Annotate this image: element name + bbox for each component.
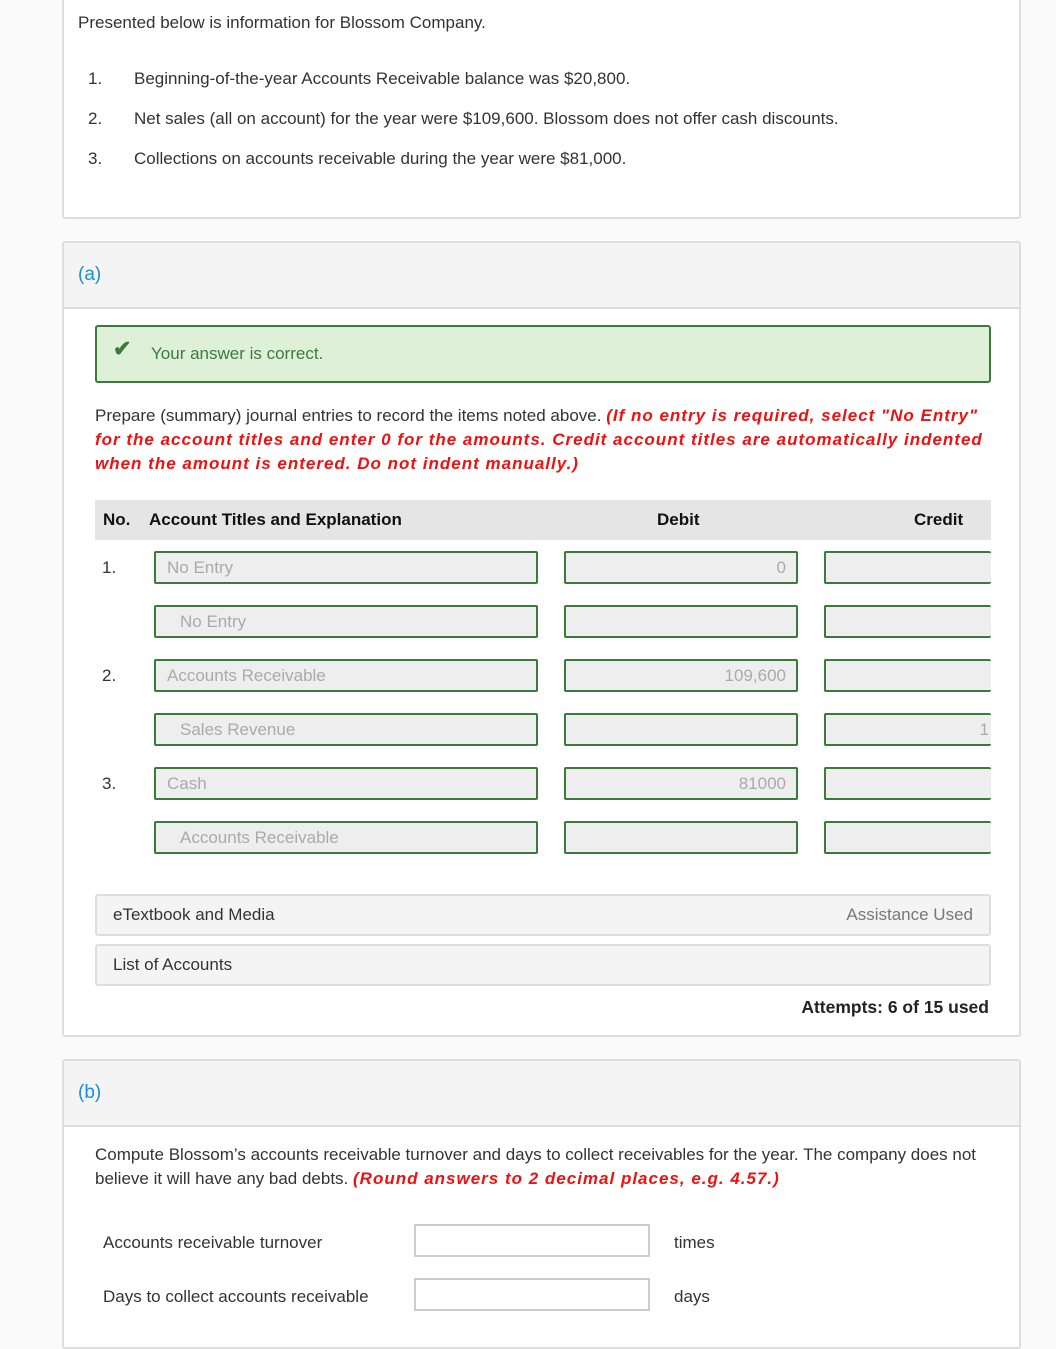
part-a-label: (a) <box>64 243 1019 309</box>
days-input[interactable] <box>414 1278 650 1311</box>
list-item: 3. Collections on accounts receivable dur… <box>88 149 627 168</box>
instructions: Prepare (summary) journal entries to rec… <box>95 406 983 473</box>
account-title-field[interactable]: Cash <box>154 767 538 800</box>
credit-field[interactable] <box>824 821 991 854</box>
account-title-field[interactable]: No Entry <box>154 551 538 584</box>
intro-text: Presented below is information for Bloss… <box>78 13 486 32</box>
etextbook-link[interactable]: eTextbook and Media <box>113 905 275 924</box>
correct-banner: ✔ Your answer is correct. <box>95 325 991 383</box>
credit-field[interactable] <box>824 551 991 584</box>
list-of-accounts-bar[interactable]: List of Accounts <box>95 944 991 986</box>
debit-field[interactable] <box>564 821 798 854</box>
debit-field[interactable]: 0 <box>564 551 798 584</box>
journal-table-header: No. Account Titles and Explanation Debit… <box>95 500 991 540</box>
header-credit: Credit <box>914 510 964 529</box>
header-no: No. <box>103 510 131 529</box>
debit-field[interactable]: 81000 <box>564 767 798 800</box>
list-of-accounts-link[interactable]: List of Accounts <box>113 955 232 974</box>
debit-field[interactable]: 109,600 <box>564 659 798 692</box>
credit-field[interactable]: 1 <box>824 713 991 746</box>
header-debit: Debit <box>657 510 700 529</box>
account-title-field[interactable]: Accounts Receivable <box>154 659 538 692</box>
problem-info-panel: Presented below is information for Bloss… <box>62 0 1021 219</box>
turnover-unit: times <box>674 1233 715 1252</box>
days-unit: days <box>674 1287 710 1306</box>
turnover-label: Accounts receivable turnover <box>103 1233 323 1252</box>
etextbook-bar[interactable]: eTextbook and Media Assistance Used <box>95 894 991 936</box>
turnover-input[interactable] <box>414 1224 650 1257</box>
entry-number: 1. <box>102 558 117 577</box>
list-item: 1. Beginning-of-the-year Accounts Receiva… <box>88 69 631 88</box>
attempts-text: Attempts: 6 of 15 used <box>801 997 989 1017</box>
part-b-instructions: Compute Blossom’s accounts receivable tu… <box>95 1145 977 1188</box>
account-title-field[interactable]: Sales Revenue <box>154 713 538 746</box>
list-item: 2. Net sales (all on account) for the yea… <box>88 109 839 128</box>
feedback-text: Your answer is correct. <box>151 344 324 363</box>
account-title-field[interactable]: No Entry <box>154 605 538 638</box>
account-title-field[interactable]: Accounts Receivable <box>154 821 538 854</box>
credit-field[interactable] <box>824 659 991 692</box>
header-account: Account Titles and Explanation <box>149 510 402 529</box>
check-icon: ✔ <box>113 336 132 361</box>
entry-number: 3. <box>102 774 117 793</box>
assistance-used-label: Assistance Used <box>846 905 973 924</box>
part-a-panel: (a) ✔ Your answer is correct. Prepare (s… <box>62 241 1021 1037</box>
part-b-panel: (b) Compute Blossom’s accounts receivabl… <box>62 1059 1021 1349</box>
debit-field[interactable] <box>564 713 798 746</box>
credit-field[interactable] <box>824 605 991 638</box>
debit-field[interactable] <box>564 605 798 638</box>
part-b-label: (b) <box>64 1061 1019 1127</box>
days-label: Days to collect accounts receivable <box>103 1287 369 1306</box>
entry-number: 2. <box>102 666 117 685</box>
credit-field[interactable] <box>824 767 991 800</box>
